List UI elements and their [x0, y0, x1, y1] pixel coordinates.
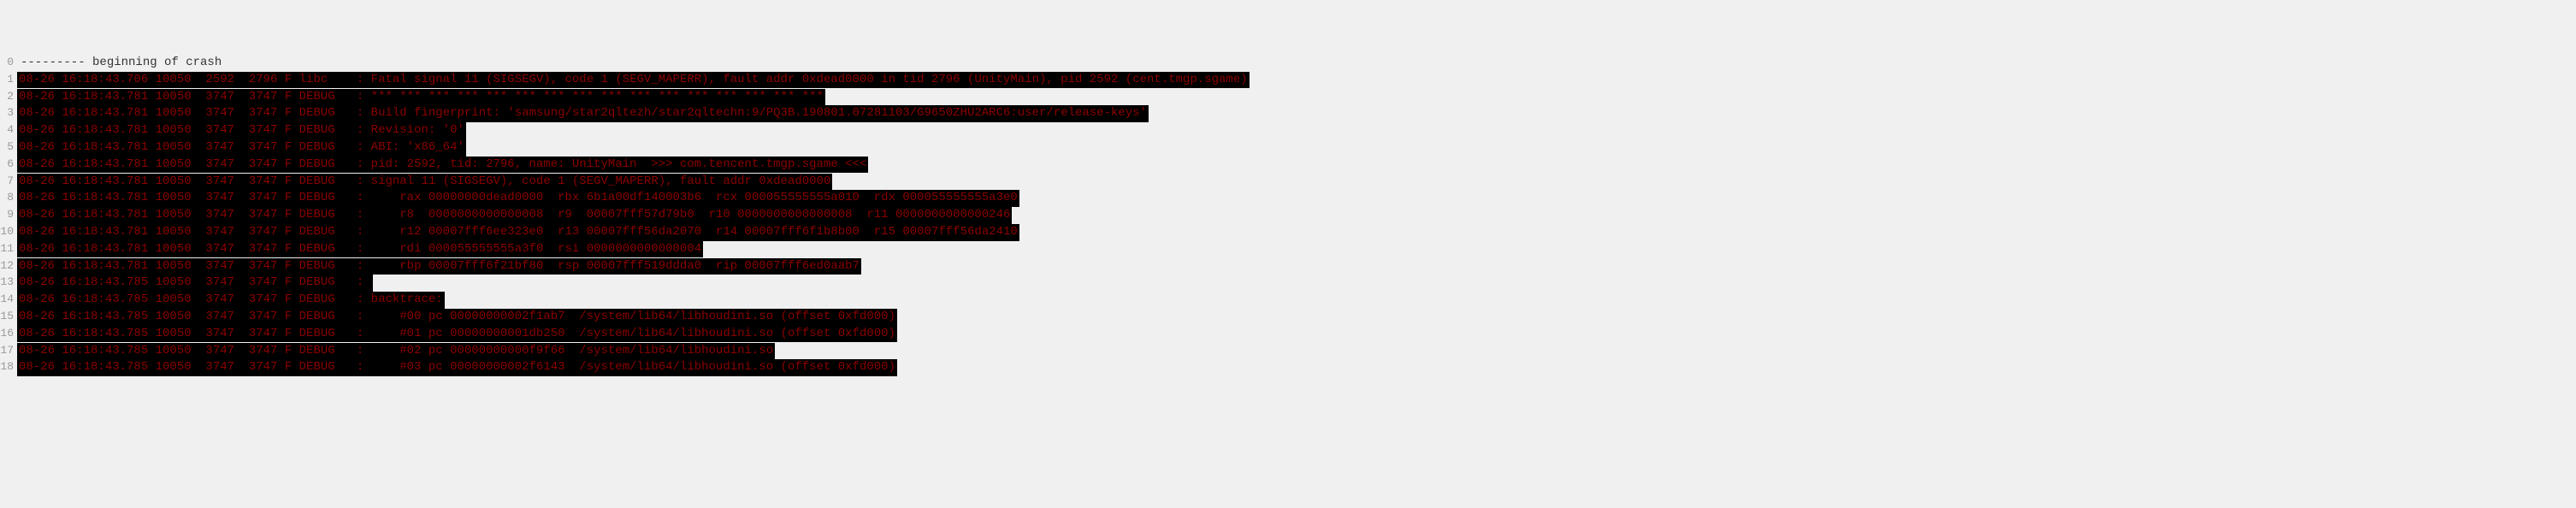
log-line: 308-26 16:18:43.781 10050 3747 3747 F DE…	[0, 105, 2576, 122]
log-header-line: 0 --------- beginning of crash	[0, 55, 2576, 72]
log-content: 08-26 16:18:43.781 10050 3747 3747 F DEB…	[17, 139, 466, 157]
log-content: 08-26 16:18:43.781 10050 3747 3747 F DEB…	[17, 258, 861, 275]
log-content: 08-26 16:18:43.781 10050 3747 3747 F DEB…	[17, 89, 825, 106]
log-content: 08-26 16:18:43.781 10050 3747 3747 F DEB…	[17, 241, 703, 258]
line-number: 11	[0, 241, 17, 257]
log-line: 708-26 16:18:43.781 10050 3747 3747 F DE…	[0, 174, 2576, 191]
log-content: 08-26 16:18:43.781 10050 3747 3747 F DEB…	[17, 207, 1012, 224]
log-line: 408-26 16:18:43.781 10050 3747 3747 F DE…	[0, 122, 2576, 139]
line-number: 5	[0, 139, 17, 155]
log-line: 1308-26 16:18:43.785 10050 3747 3747 F D…	[0, 275, 2576, 292]
line-number: 8	[0, 190, 17, 205]
log-content: 08-26 16:18:43.781 10050 3747 3747 F DEB…	[17, 174, 832, 191]
line-number: 13	[0, 275, 17, 290]
line-number: 4	[0, 122, 17, 138]
crash-header: --------- beginning of crash	[17, 55, 222, 72]
line-number: 2	[0, 89, 17, 104]
line-number: 14	[0, 292, 17, 307]
log-line: 608-26 16:18:43.781 10050 3747 3747 F DE…	[0, 157, 2576, 174]
line-number: 10	[0, 224, 17, 239]
line-number: 12	[0, 258, 17, 274]
line-number: 18	[0, 359, 17, 375]
log-line: 908-26 16:18:43.781 10050 3747 3747 F DE…	[0, 207, 2576, 224]
line-number: 1	[0, 72, 17, 87]
log-content: 08-26 16:18:43.781 10050 3747 3747 F DEB…	[17, 157, 868, 174]
log-line: 508-26 16:18:43.781 10050 3747 3747 F DE…	[0, 139, 2576, 157]
log-content: 08-26 16:18:43.781 10050 3747 3747 F DEB…	[17, 122, 466, 139]
line-number: 16	[0, 326, 17, 341]
log-line: 1408-26 16:18:43.785 10050 3747 3747 F D…	[0, 292, 2576, 309]
log-content: 08-26 16:18:43.785 10050 3747 3747 F DEB…	[17, 292, 445, 309]
log-content: 08-26 16:18:43.781 10050 3747 3747 F DEB…	[17, 224, 1019, 241]
log-content: 08-26 16:18:43.785 10050 3747 3747 F DEB…	[17, 343, 775, 360]
log-content: 08-26 16:18:43.785 10050 3747 3747 F DEB…	[17, 359, 897, 376]
log-content: 08-26 16:18:43.785 10050 3747 3747 F DEB…	[17, 309, 897, 326]
log-line: 1508-26 16:18:43.785 10050 3747 3747 F D…	[0, 309, 2576, 326]
log-line: 1208-26 16:18:43.781 10050 3747 3747 F D…	[0, 258, 2576, 275]
crash-log-container: 0 --------- beginning of crash 108-26 16…	[0, 55, 2576, 376]
line-number: 3	[0, 105, 17, 121]
log-line: 1008-26 16:18:43.781 10050 3747 3747 F D…	[0, 224, 2576, 241]
line-number: 0	[0, 55, 17, 70]
line-number: 15	[0, 309, 17, 324]
line-number: 9	[0, 207, 17, 222]
log-content: 08-26 16:18:43.781 10050 3747 3747 F DEB…	[17, 190, 1019, 207]
log-line: 1708-26 16:18:43.785 10050 3747 3747 F D…	[0, 343, 2576, 360]
log-content: 08-26 16:18:43.785 10050 3747 3747 F DEB…	[17, 326, 897, 343]
log-content: 08-26 16:18:43.781 10050 3747 3747 F DEB…	[17, 105, 1149, 122]
log-line: 108-26 16:18:43.706 10050 2592 2796 F li…	[0, 72, 2576, 89]
log-content: 08-26 16:18:43.706 10050 2592 2796 F lib…	[17, 72, 1250, 89]
log-line: 1608-26 16:18:43.785 10050 3747 3747 F D…	[0, 326, 2576, 343]
line-number: 17	[0, 343, 17, 358]
log-line: 1108-26 16:18:43.781 10050 3747 3747 F D…	[0, 241, 2576, 258]
line-number: 6	[0, 157, 17, 172]
log-line: 808-26 16:18:43.781 10050 3747 3747 F DE…	[0, 190, 2576, 207]
line-number: 7	[0, 174, 17, 189]
log-line: 208-26 16:18:43.781 10050 3747 3747 F DE…	[0, 89, 2576, 106]
log-content: 08-26 16:18:43.785 10050 3747 3747 F DEB…	[17, 275, 373, 292]
log-line: 1808-26 16:18:43.785 10050 3747 3747 F D…	[0, 359, 2576, 376]
